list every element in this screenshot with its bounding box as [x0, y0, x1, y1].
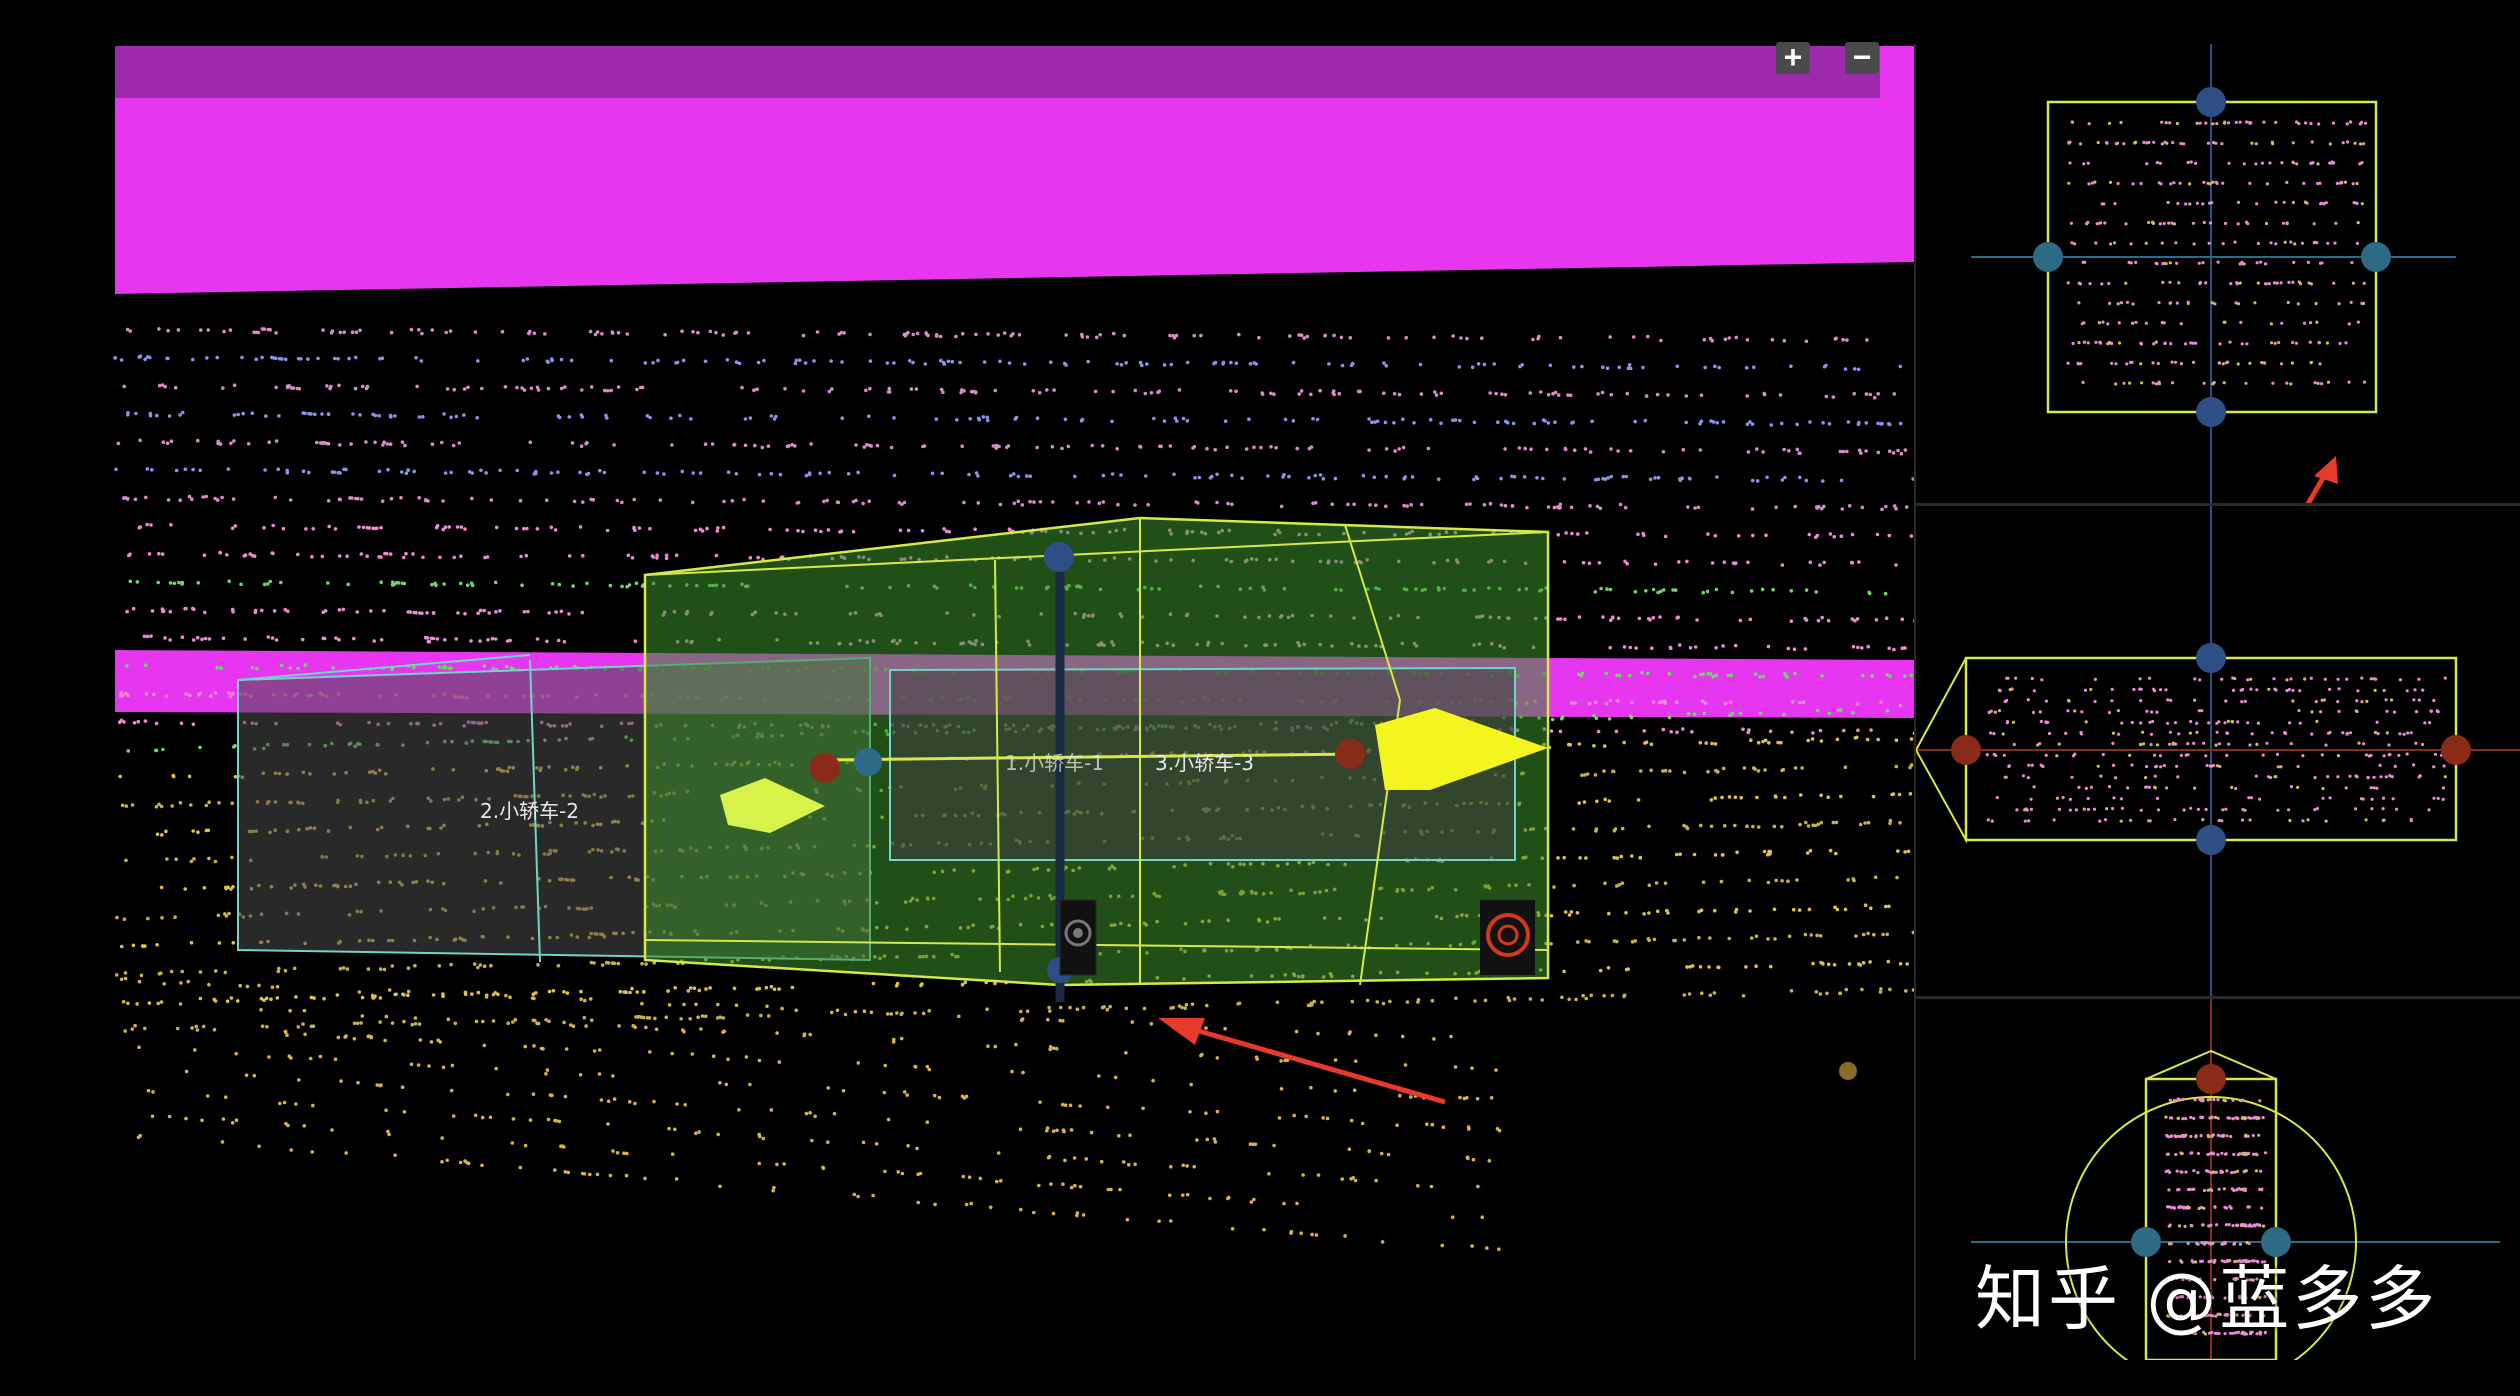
side-view-handle-top[interactable]: [2196, 643, 2226, 673]
main-3d-view[interactable]: 2.小轿车-2 1.小轿车-1 3.小轿车-3 + −: [0, 0, 1916, 1396]
object-label-3: 3.小轿车-3: [1155, 751, 1254, 775]
watermark-text: 知乎 @蓝多多: [1975, 1258, 2439, 1340]
top-view-handle-left[interactable]: [2033, 242, 2063, 272]
top-view-handle-bottom[interactable]: [2196, 397, 2226, 427]
top-toolbar-strip: [115, 46, 1880, 98]
side-view-handle-right[interactable]: [2441, 735, 2471, 765]
handle-left-blue[interactable]: [854, 748, 882, 776]
top-view-handle-right[interactable]: [2361, 242, 2391, 272]
side-view-handle-bottom[interactable]: [2196, 825, 2226, 855]
side-view-panel[interactable]: [1916, 506, 2520, 996]
object-label-1: 1.小轿车-1: [1005, 751, 1104, 775]
handle-top-blue[interactable]: [1044, 542, 1074, 572]
top-view-handle-top[interactable]: [2196, 87, 2226, 117]
object-label-2: 2.小轿车-2: [480, 799, 579, 823]
rotate-icon-corner[interactable]: [1480, 900, 1535, 975]
top-view-panel[interactable]: [1916, 44, 2520, 504]
annotation-arrow: [1158, 1018, 1446, 1105]
handle-right-red[interactable]: [1335, 739, 1365, 769]
point-cloud-canvas[interactable]: 2.小轿车-2 1.小轿车-1 3.小轿车-3: [0, 0, 1916, 1396]
zoom-in-button[interactable]: +: [1776, 41, 1810, 74]
rotate-icon[interactable]: [1059, 899, 1097, 976]
zoom-out-button[interactable]: −: [1845, 41, 1879, 74]
stray-point: [1839, 1062, 1857, 1080]
side-view-handle-left[interactable]: [1951, 735, 1981, 765]
rear-view-handle-top[interactable]: [2196, 1064, 2226, 1094]
handle-left-red[interactable]: [810, 753, 840, 783]
